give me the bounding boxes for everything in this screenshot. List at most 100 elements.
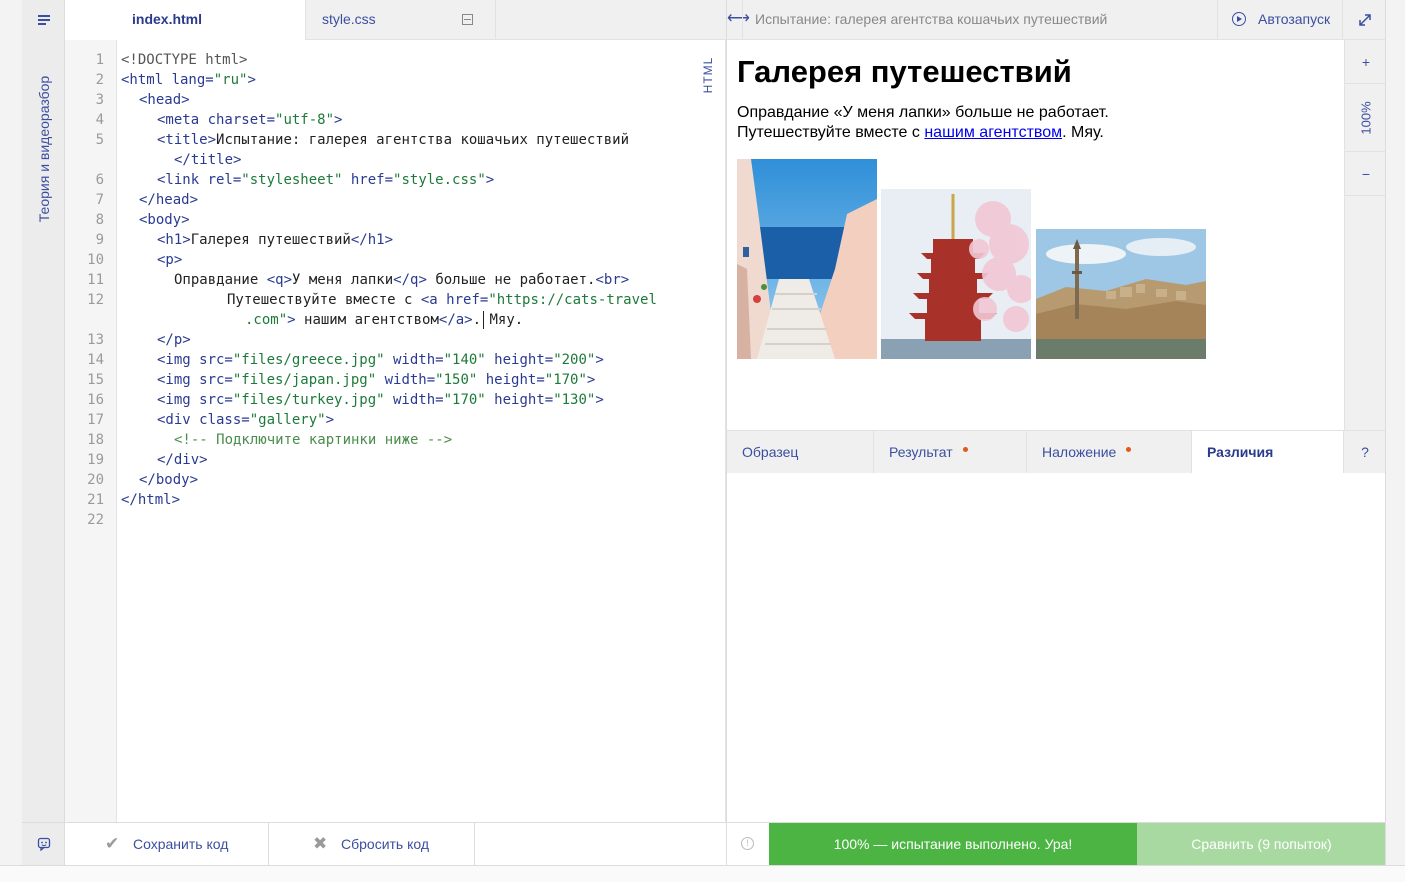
tab-overlay[interactable]: Наложение	[1027, 431, 1192, 474]
save-label: Сохранить код	[133, 836, 229, 852]
compare-button[interactable]: Сравнить (9 попыток)	[1137, 823, 1386, 866]
code-line: <link rel="stylesheet" href="style.css">	[157, 172, 495, 188]
tab-label: index.html	[132, 11, 203, 27]
info-icon[interactable]: !	[741, 837, 754, 850]
line-number: 2	[95, 72, 104, 88]
code-line: </div>	[157, 452, 208, 468]
code-line: <title>Испытание: галерея агентства коша…	[157, 132, 630, 148]
code-line: Оправдание <q>У меня лапки</q> больше не…	[174, 272, 630, 288]
code-line: </p>	[157, 332, 191, 348]
code-editor: index.html style.css 1 2 3 4 5 6 7 8 9 1…	[65, 0, 726, 865]
reset-code-button[interactable]: ✖ Сбросить код	[269, 823, 475, 865]
line-number: 19	[87, 452, 104, 468]
resize-horizontal-icon[interactable]: ⟷	[727, 0, 750, 40]
tab-label: style.css	[322, 11, 376, 27]
line-number: 14	[87, 352, 104, 368]
line-number: 8	[95, 212, 104, 228]
code-line: <img src="files/turkey.jpg" width="170" …	[157, 392, 604, 408]
zoom-out-button[interactable]: −	[1345, 152, 1387, 196]
theory-label: Теория и видеоразбор	[36, 75, 52, 223]
code-line: <meta charset="utf-8">	[157, 112, 343, 128]
page-heading: Галерея путешествий	[737, 54, 1072, 89]
tab-differences[interactable]: Различия	[1192, 431, 1344, 474]
preview-panel: ⟷ Испытание: галерея агентства кошачьих …	[726, 0, 1387, 866]
code-line: <h1>Галерея путешествий</h1>	[157, 232, 394, 248]
code-line-wrap: .com"> нашим агентством</a>. Мяу.	[245, 312, 524, 328]
tab-result[interactable]: Результат	[874, 431, 1027, 474]
right-edge-bar	[1385, 0, 1405, 865]
collapse-panel-icon[interactable]	[462, 14, 473, 25]
preview-header: ⟷ Испытание: галерея агентства кошачьих …	[727, 0, 1386, 40]
line-number: 12	[87, 292, 104, 308]
feedback-icon	[37, 837, 50, 851]
language-label: HTML	[701, 56, 715, 94]
line-number: 9	[95, 232, 104, 248]
code-line: <head>	[139, 92, 190, 108]
tab-index-html[interactable]: index.html	[65, 0, 306, 41]
line-number: 13	[87, 332, 104, 348]
menu-icon	[37, 15, 50, 25]
zoom-panel: + 100% −	[1344, 40, 1387, 430]
line-number: 1	[95, 52, 104, 68]
line-number: 16	[87, 392, 104, 408]
zoom-level: 100%	[1345, 84, 1387, 152]
line-number: 20	[87, 472, 104, 488]
line-number: 5	[95, 132, 104, 148]
code-line: <body>	[139, 212, 190, 228]
line-number: 18	[87, 432, 104, 448]
code-line-wrap: </title>	[174, 152, 242, 168]
code-line: <html lang="ru">	[121, 72, 256, 88]
paragraph-line-1: Оправдание «У меня лапки» больше не рабо…	[737, 104, 1109, 121]
app-window: Теория и видеоразбор index.html style.cs…	[0, 0, 1405, 882]
preview-title: Испытание: галерея агентства кошачьих пу…	[742, 0, 1217, 40]
editor-tabs: index.html style.css	[65, 0, 726, 41]
autorun-label: Автозапуск	[1258, 11, 1331, 27]
line-number: 22	[87, 512, 104, 528]
line-number: 6	[95, 172, 104, 188]
line-number: 10	[87, 252, 104, 268]
bottom-strip	[0, 865, 1405, 882]
line-number: 15	[87, 372, 104, 388]
code-line: </html>	[121, 492, 181, 508]
code-line: <p>	[157, 252, 183, 268]
line-number: 7	[95, 192, 104, 208]
status-dot	[1126, 447, 1132, 452]
fullscreen-icon	[1359, 14, 1371, 27]
paragraph-line-2-prefix: Путешествуйте вместе с	[737, 124, 925, 141]
line-number-gutter: 1 2 3 4 5 6 7 8 9 10 11 12 13 14 15 16 1…	[65, 40, 117, 822]
code-line: <img src="files/greece.jpg" width="140" …	[157, 352, 604, 368]
tab-style-css[interactable]: style.css	[306, 0, 496, 40]
code-line: Путешествуйте вместе с <a href="https://…	[227, 292, 657, 308]
status-dot	[962, 447, 968, 452]
theory-video-link[interactable]: Теория и видеоразбор	[29, 64, 59, 234]
paragraph-line-2-suffix: . Мяу.	[1062, 124, 1104, 141]
code-comment: <!-- Подключите картинки ниже -->	[174, 432, 453, 448]
fullscreen-button[interactable]	[1344, 0, 1386, 40]
japan-photo	[881, 189, 1031, 359]
code-line: </body>	[139, 472, 199, 488]
code-text-area[interactable]: <!DOCTYPE html> <html lang="ru"> <head> …	[117, 40, 726, 822]
agency-link[interactable]: нашим агентством	[924, 124, 1062, 141]
play-circle-icon	[1232, 12, 1246, 26]
line-number: 11	[87, 272, 104, 288]
theory-sidebar: Теория и видеоразбор	[22, 0, 65, 865]
code-line: <div class="gallery">	[157, 412, 335, 428]
save-code-button[interactable]: ✔ Сохранить код	[65, 823, 269, 865]
cross-icon: ✖	[313, 834, 328, 853]
help-button[interactable]: ?	[1344, 431, 1386, 474]
success-status: 100% — испытание выполнено. Ура!	[769, 823, 1137, 866]
differences-view	[727, 473, 1386, 822]
preview-frame: Галерея путешествий Оправдание «У меня л…	[727, 40, 1344, 430]
tab-sample[interactable]: Образец	[727, 431, 874, 474]
code-line: </head>	[139, 192, 199, 208]
editor-footer: ✔ Сохранить код ✖ Сбросить код	[65, 822, 726, 865]
menu-button[interactable]	[22, 0, 65, 40]
line-number: 4	[95, 112, 104, 128]
reset-label: Сбросить код	[341, 836, 430, 852]
zoom-in-button[interactable]: +	[1345, 40, 1387, 84]
autorun-button[interactable]: Автозапуск	[1217, 0, 1343, 40]
feedback-button[interactable]	[22, 822, 65, 865]
page-paragraph: Оправдание «У меня лапки» больше не рабо…	[737, 103, 1337, 143]
code-line: <!DOCTYPE html>	[121, 52, 248, 68]
text-caret	[483, 311, 484, 329]
